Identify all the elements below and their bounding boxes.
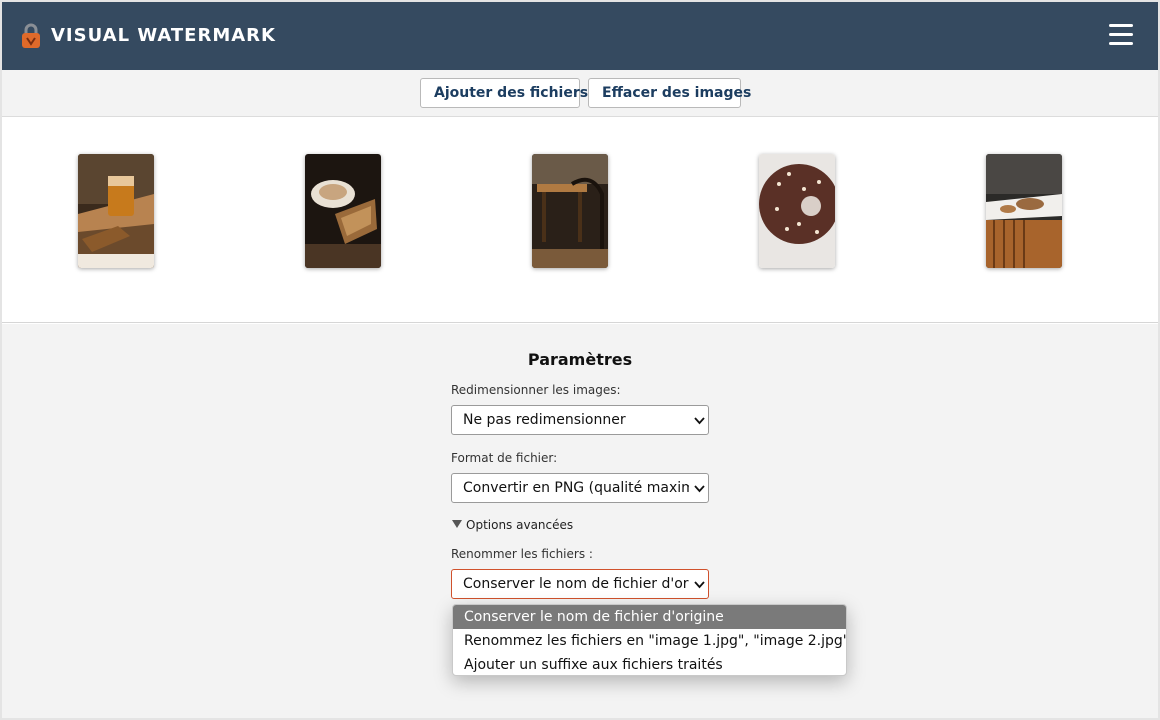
chevron-down-icon	[694, 485, 705, 493]
header-bar: VISUAL WATERMARK	[2, 2, 1158, 70]
clear-images-button[interactable]: Effacer des images	[588, 78, 751, 108]
toolbar: Ajouter des fichiers Effacer des images	[2, 70, 1158, 117]
chevron-down-icon	[694, 417, 705, 425]
chevron-down-icon	[694, 581, 705, 589]
rename-label: Renommer les fichiers :	[451, 547, 593, 561]
image-thumbnail[interactable]	[986, 154, 1062, 268]
format-select[interactable]: Convertir en PNG (qualité maximal	[451, 473, 709, 503]
image-gallery	[2, 117, 1158, 323]
image-thumbnail[interactable]	[78, 154, 154, 268]
rename-option[interactable]: Renommez les fichiers en "image 1.jpg", …	[453, 629, 846, 653]
triangle-down-icon	[452, 520, 462, 528]
advanced-options-label: Options avancées	[466, 518, 574, 532]
rename-option[interactable]: Ajouter un suffixe aux fichiers traités	[453, 653, 846, 675]
lock-icon	[22, 23, 40, 48]
app-logo-text[interactable]: VISUAL WATERMARK	[51, 25, 276, 46]
rename-select[interactable]: Conserver le nom de fichier d'origi	[451, 569, 709, 599]
advanced-options-toggle[interactable]: Options avancées	[452, 518, 573, 532]
format-label: Format de fichier:	[451, 451, 558, 465]
image-thumbnail[interactable]	[759, 154, 835, 268]
settings-title: Paramètres	[527, 350, 633, 369]
format-select-value: Convertir en PNG (qualité maximal	[463, 480, 689, 496]
image-thumbnail[interactable]	[532, 154, 608, 268]
hamburger-menu-icon[interactable]	[1109, 24, 1133, 46]
rename-select-value: Conserver le nom de fichier d'origi	[463, 576, 689, 592]
image-thumbnail[interactable]	[305, 154, 381, 268]
resize-select-value: Ne pas redimensionner	[463, 412, 626, 428]
resize-label: Redimensionner les images:	[451, 383, 621, 397]
resize-select[interactable]: Ne pas redimensionner	[451, 405, 709, 435]
add-files-button[interactable]: Ajouter des fichiers	[420, 78, 588, 108]
rename-options-list: Conserver le nom de fichier d'origine Re…	[452, 604, 847, 676]
rename-option[interactable]: Conserver le nom de fichier d'origine	[453, 605, 846, 629]
